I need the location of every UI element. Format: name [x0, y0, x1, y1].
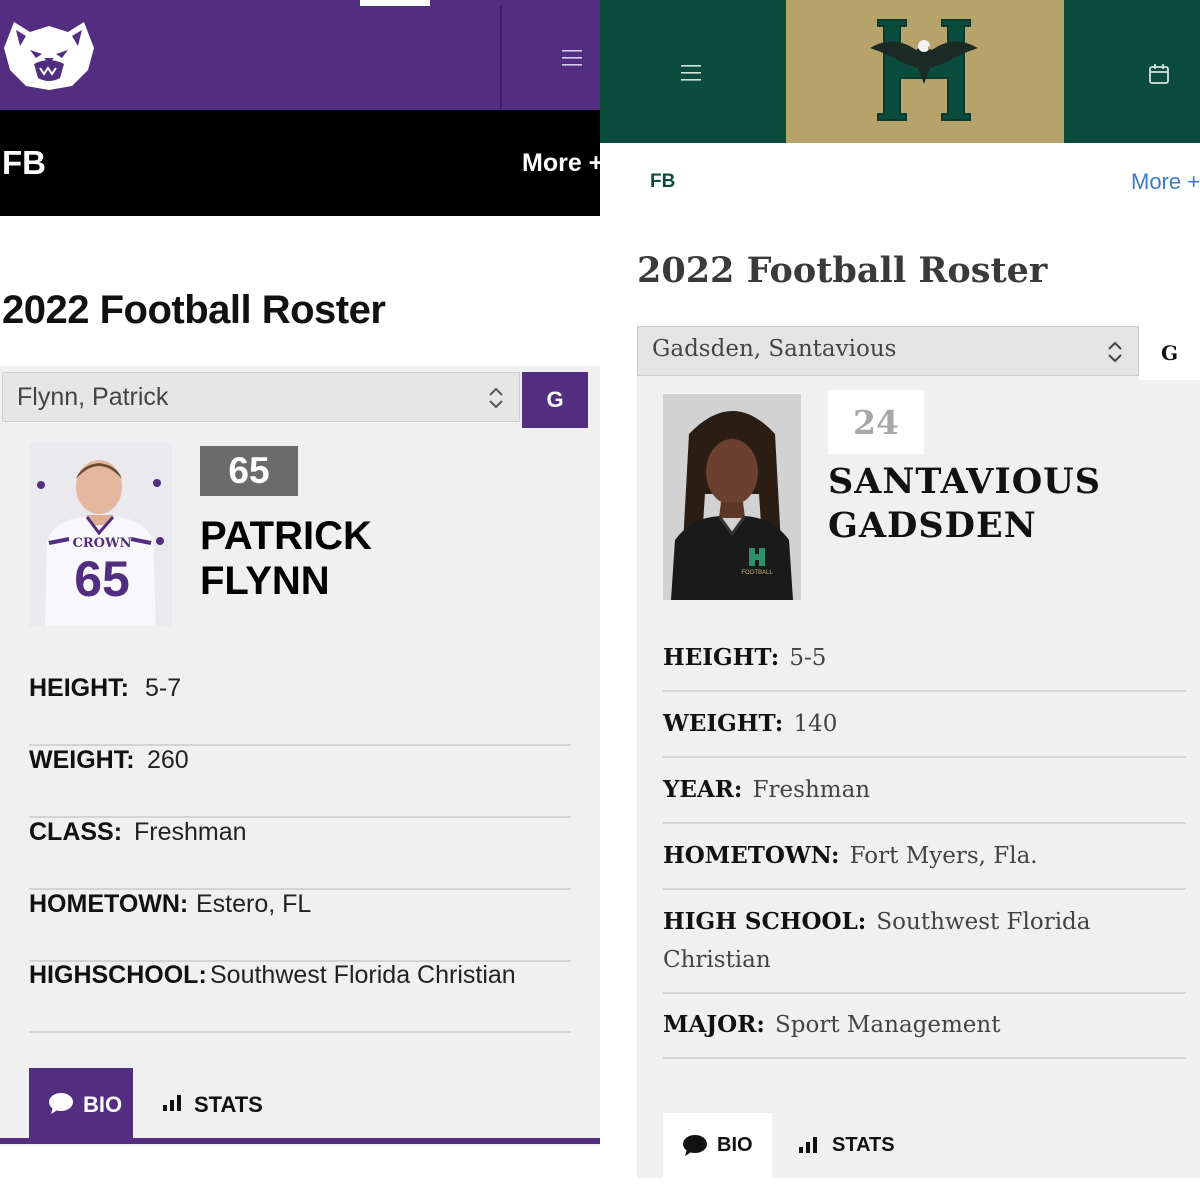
detail-value: Freshman: [134, 818, 247, 846]
detail-row-major: MAJOR: Sport Management: [663, 1006, 1186, 1059]
speech-bubble-icon: [683, 1135, 707, 1156]
detail-row-weight: WEIGHT: 140: [663, 705, 1186, 758]
site-header: [600, 0, 1200, 143]
tab-bio-label: BIO: [717, 1134, 753, 1156]
player-select[interactable]: Gadsden, Santavious: [637, 326, 1139, 376]
position-button[interactable]: G: [1139, 326, 1200, 380]
detail-label: HIGHSCHOOL:: [29, 961, 207, 989]
shirt-text: FOOTBALL: [741, 570, 773, 576]
detail-label: YEAR:: [663, 776, 743, 803]
jersey-number: 65: [74, 551, 130, 607]
select-arrows-icon: [1108, 341, 1122, 363]
detail-label: MAJOR:: [663, 1011, 765, 1038]
detail-value: 5-5: [789, 645, 827, 671]
player-last-name: GADSDEN: [828, 505, 1037, 546]
speech-bubble-icon: [49, 1093, 73, 1114]
position-button[interactable]: G: [522, 372, 588, 428]
bear-logo-icon[interactable]: [0, 8, 98, 90]
header-notch: [360, 0, 430, 6]
detail-label: WEIGHT:: [663, 710, 784, 737]
detail-label: CLASS:: [29, 818, 123, 846]
detail-label: HOMETOWN:: [29, 890, 189, 918]
player-select-value: Gadsden, Santavious: [652, 336, 897, 362]
sport-label[interactable]: FB: [2, 144, 46, 182]
more-menu-link[interactable]: More +: [1131, 169, 1200, 195]
tab-bio[interactable]: BIO: [29, 1068, 133, 1140]
detail-row-year: YEAR: Freshman: [663, 771, 1186, 824]
detail-row-highschool: HIGHSCHOOL: Southwest Florida Christian: [29, 961, 571, 1033]
bar-chart-icon: [799, 1137, 817, 1153]
detail-value: Freshman: [752, 777, 871, 803]
right-roster-panel: FB More + 2022 Football Roster Gadsden, …: [600, 0, 1200, 1200]
select-arrows-icon: [489, 387, 503, 409]
player-first-name: SANTAVIOUS: [828, 461, 1101, 502]
player-photo-image: CROWN 65: [29, 443, 172, 626]
jersey-text: CROWN: [73, 536, 132, 551]
detail-row-height: HEIGHT: 5-7: [29, 674, 571, 746]
hamburger-menu-icon[interactable]: [680, 62, 702, 84]
player-select[interactable]: Flynn, Patrick: [2, 372, 520, 422]
site-header: [0, 0, 600, 110]
detail-row-class: CLASS: Freshman: [29, 818, 571, 890]
tab-bio[interactable]: BIO: [663, 1113, 772, 1178]
page-title: 2022 Football Roster: [2, 288, 386, 332]
sport-label[interactable]: FB: [650, 171, 675, 193]
tab-stats[interactable]: STATS: [158, 1068, 278, 1138]
player-name: PATRICK FLYNN: [200, 514, 372, 604]
player-photo-image: FOOTBALL: [663, 394, 801, 600]
detail-value: Estero, FL: [196, 890, 312, 918]
sport-subnav: [0, 110, 600, 216]
page-title: 2022 Football Roster: [637, 250, 1048, 291]
detail-value: 5-7: [145, 674, 182, 702]
detail-label: HIGH SCHOOL:: [663, 908, 867, 935]
detail-value: Southwest Florida Christian: [210, 961, 516, 989]
left-roster-panel: FB More + 2022 Football Roster Flynn, Pa…: [0, 0, 600, 1200]
detail-row-weight: WEIGHT: 260: [29, 746, 571, 818]
detail-label: HOMETOWN:: [663, 842, 840, 869]
detail-label: WEIGHT:: [29, 746, 135, 774]
eagle-h-logo-icon[interactable]: [864, 14, 984, 126]
player-number: 65: [200, 446, 298, 496]
detail-value: Sport Management: [775, 1012, 1001, 1038]
detail-value: 140: [793, 711, 838, 737]
tab-stats[interactable]: STATS: [790, 1113, 910, 1178]
detail-row-hometown: HOMETOWN: Estero, FL: [29, 890, 571, 962]
more-menu-link[interactable]: More +: [522, 149, 600, 178]
player-photo: CROWN 65: [29, 443, 172, 626]
detail-row-height: HEIGHT: 5-5: [663, 639, 1186, 692]
player-last-name: FLYNN: [200, 559, 330, 603]
player-number: 24: [828, 390, 924, 454]
detail-label: HEIGHT:: [29, 674, 129, 702]
player-name: SANTAVIOUS GADSDEN: [828, 460, 1101, 548]
logo-box: [786, 0, 1064, 143]
hamburger-menu-icon[interactable]: [560, 46, 584, 70]
player-photo: FOOTBALL: [663, 394, 801, 600]
detail-row-hometown: HOMETOWN: Fort Myers, Fla.: [663, 837, 1186, 890]
calendar-icon[interactable]: [1147, 62, 1171, 86]
detail-row-high-school: HIGH SCHOOL: Southwest Florida Christian: [663, 903, 1186, 994]
header-divider: [500, 6, 502, 110]
tab-stats-label: STATS: [832, 1134, 895, 1156]
player-select-value: Flynn, Patrick: [17, 383, 169, 411]
tab-stats-label: STATS: [194, 1092, 263, 1117]
detail-value: Fort Myers, Fla.: [849, 843, 1038, 869]
bar-chart-icon: [163, 1095, 181, 1111]
tab-bio-label: BIO: [83, 1092, 123, 1117]
detail-value: 260: [147, 746, 189, 774]
detail-label: HEIGHT:: [663, 644, 780, 671]
player-first-name: PATRICK: [200, 514, 372, 558]
